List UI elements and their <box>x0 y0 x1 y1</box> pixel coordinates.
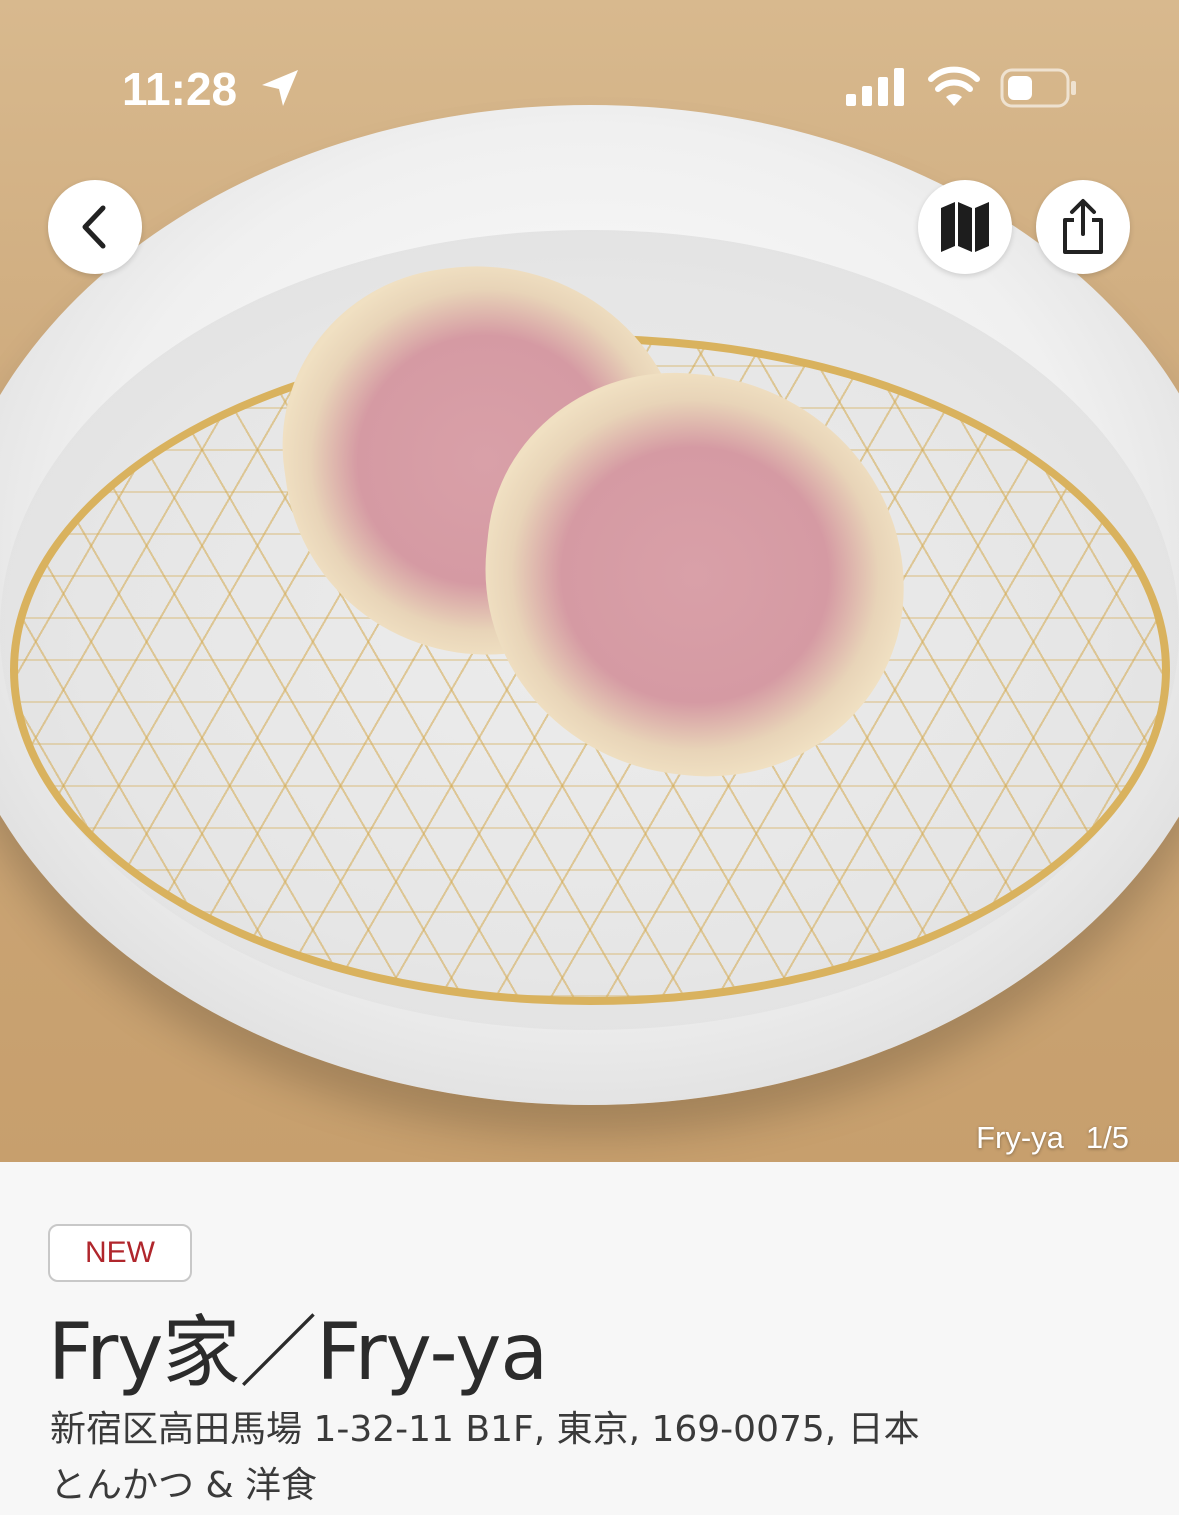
restaurant-info-panel: NEW Fry家／Fry-ya 新宿区高田馬場 1-32-11 B1F, 東京,… <box>0 1162 1179 1515</box>
photo-counter: 1/5 <box>1085 1120 1129 1155</box>
photo-caption: Fry-ya 1/5 <box>976 1120 1129 1156</box>
restaurant-category: とんかつ & 洋食 <box>50 1465 317 1506</box>
restaurant-name: Fry家／Fry-ya <box>48 1308 548 1398</box>
back-button[interactable] <box>48 180 142 274</box>
location-arrow-icon <box>262 70 298 106</box>
restaurant-address[interactable]: 新宿区高田馬場 1-32-11 B1F, 東京, 169-0075, 日本 <box>50 1400 920 1452</box>
cellular-signal-icon <box>846 68 904 106</box>
hero-photo[interactable]: Fry-ya 1/5 <box>0 0 1179 1162</box>
share-button[interactable] <box>1036 180 1130 274</box>
status-bar: 11:28 <box>0 0 1179 150</box>
wifi-icon <box>928 66 980 106</box>
chevron-left-icon <box>82 205 106 249</box>
map-icon <box>941 202 989 252</box>
share-icon <box>1063 199 1103 254</box>
photo-source-label: Fry-ya <box>976 1120 1064 1155</box>
status-time: 11:28 <box>122 63 238 115</box>
new-badge: NEW <box>48 1224 192 1282</box>
map-button[interactable] <box>918 180 1012 274</box>
battery-icon <box>1000 68 1076 108</box>
